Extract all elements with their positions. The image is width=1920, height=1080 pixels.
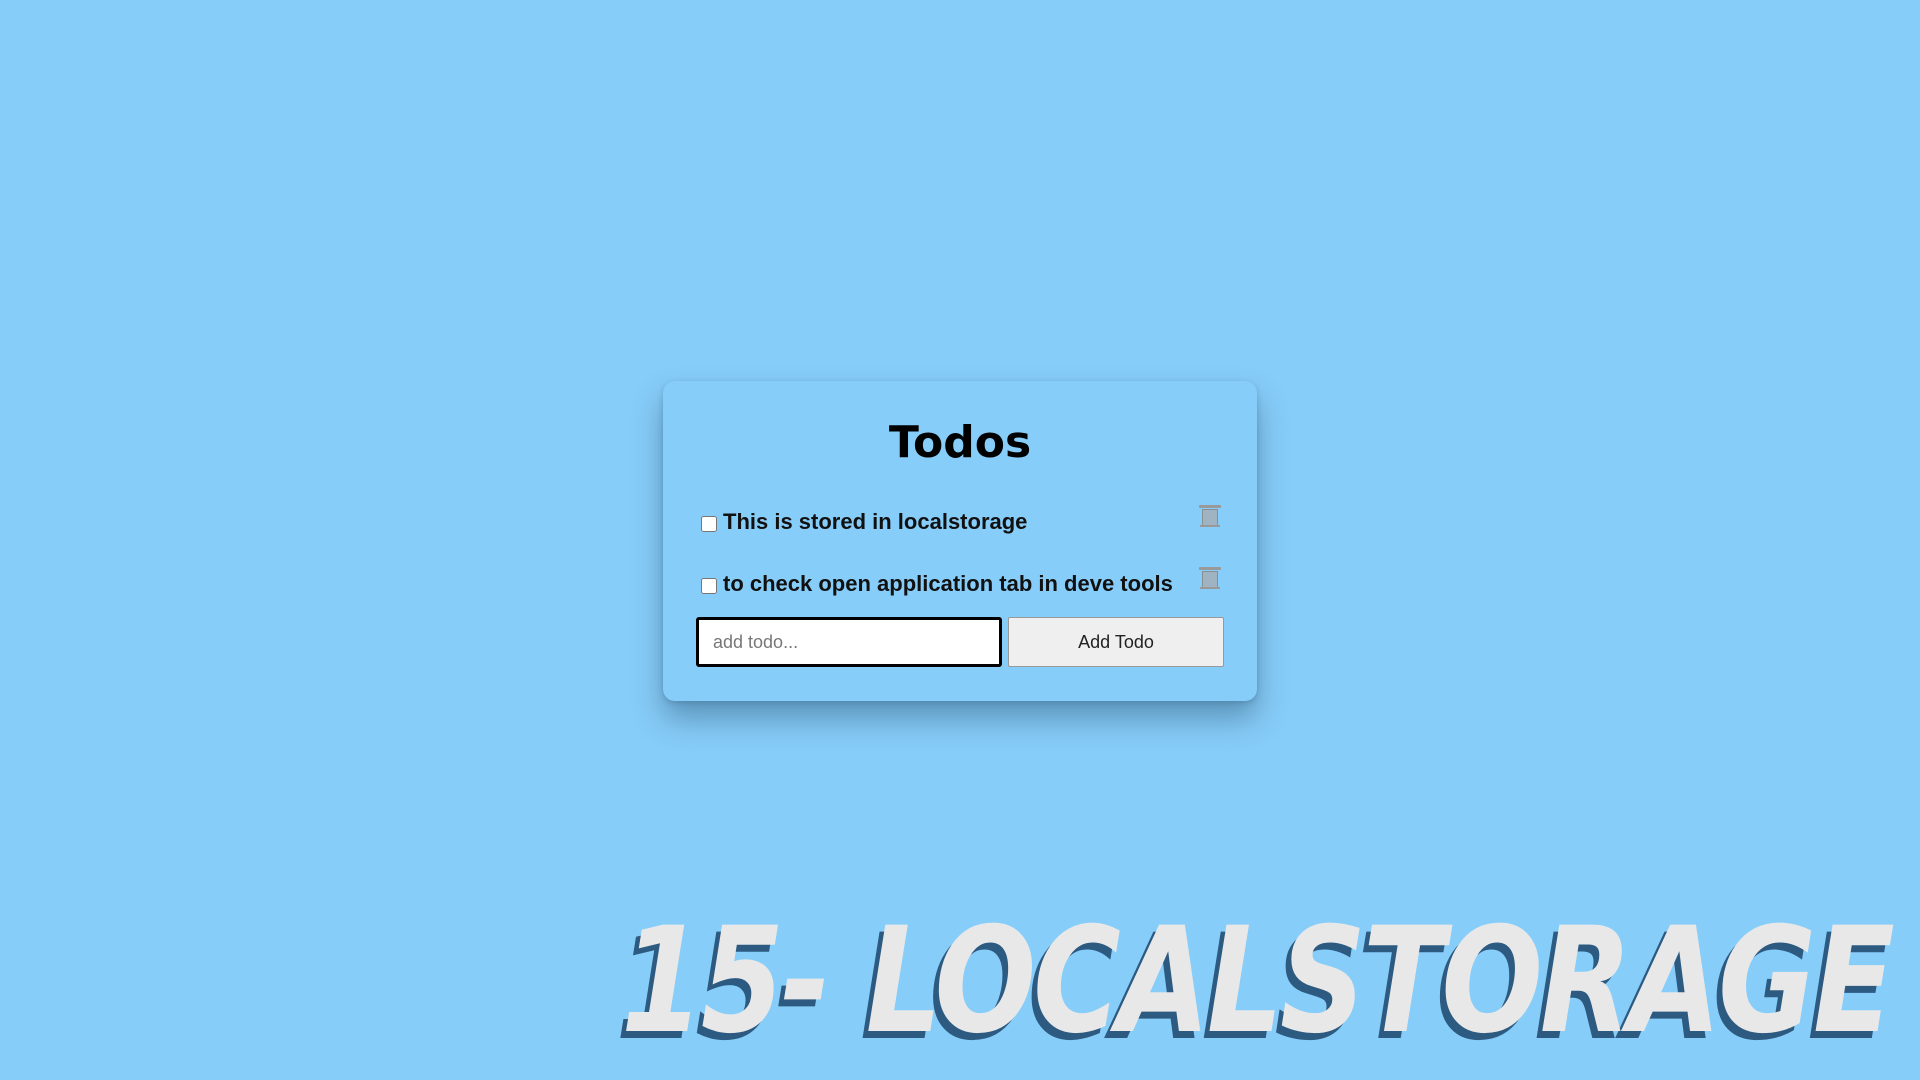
todo-text: to check open application tab in deve to…	[723, 571, 1173, 596]
trash-icon[interactable]	[1199, 503, 1221, 529]
app-title: Todos	[888, 417, 1032, 468]
lesson-banner: 15- LOCALSTORAGE	[621, 896, 1895, 1066]
todo-text: This is stored in localstorage	[723, 509, 1028, 534]
todo-checkbox[interactable]	[701, 516, 717, 532]
add-todo-form: Add Todo	[696, 617, 1224, 667]
todo-item: to check open application tab in deve to…	[701, 559, 1221, 621]
add-todo-input[interactable]	[696, 617, 1002, 667]
todo-item: This is stored in localstorage	[701, 497, 1221, 559]
todo-card: Todos This is stored in localstorage to …	[663, 381, 1257, 701]
todo-list: This is stored in localstorage to check …	[701, 497, 1221, 621]
todo-checkbox[interactable]	[701, 578, 717, 594]
add-todo-button[interactable]: Add Todo	[1008, 617, 1224, 667]
trash-icon[interactable]	[1199, 565, 1221, 591]
